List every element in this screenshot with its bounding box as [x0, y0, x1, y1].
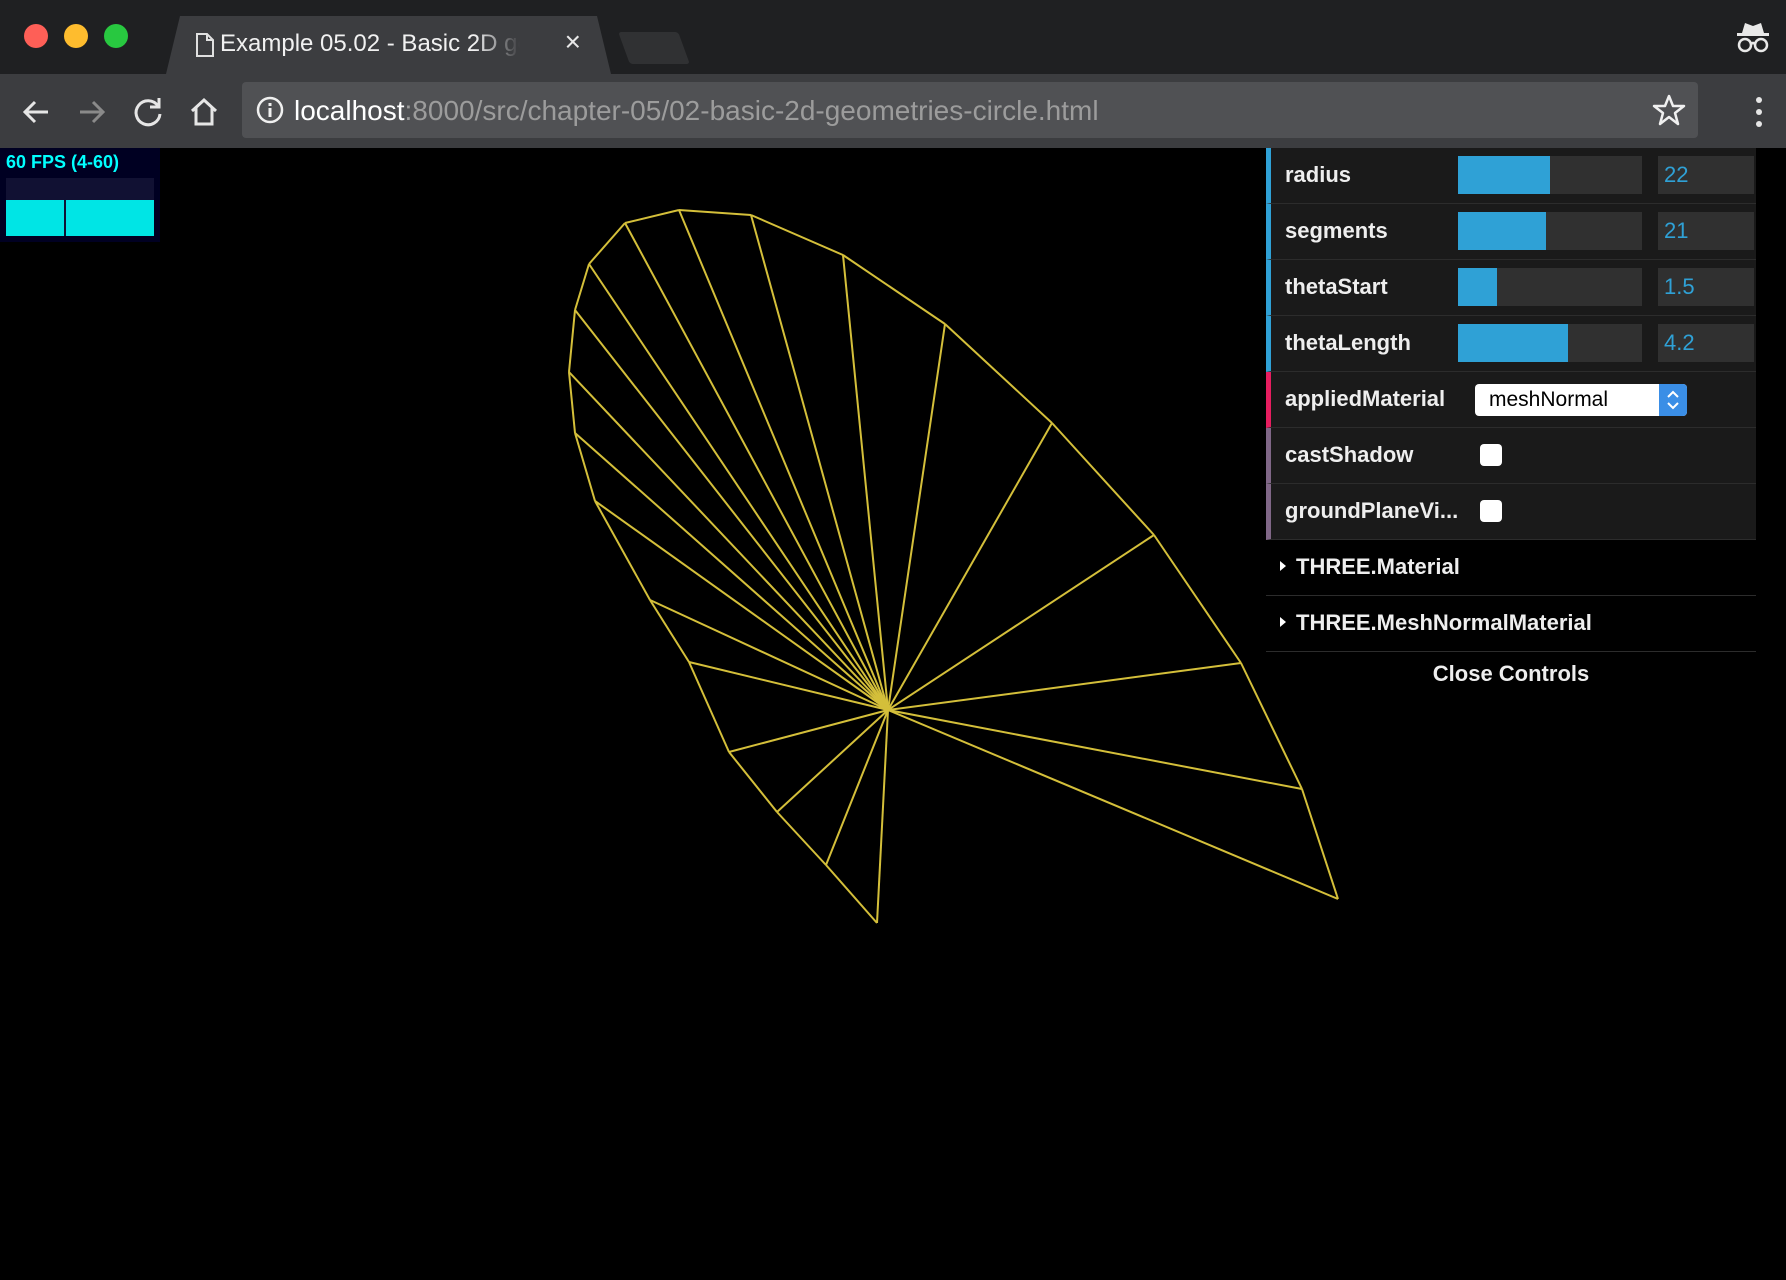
select-arrows-icon: [1659, 384, 1687, 416]
folder-arrow-icon: [1280, 617, 1286, 627]
applied-material-select[interactable]: meshNormal: [1475, 384, 1687, 416]
spoke-0: [876, 709, 889, 924]
theta-length-slider-fill: [1458, 324, 1569, 362]
spoke-15: [887, 323, 946, 711]
folder-mesh-normal-material-label: THREE.MeshNormalMaterial: [1296, 610, 1592, 635]
spoke-9: [574, 309, 889, 711]
rim-edge-10: [588, 222, 626, 265]
rim-edge-16: [1051, 422, 1155, 536]
applied-material-value: meshNormal: [1489, 388, 1609, 411]
webgl-viewport[interactable]: 60 FPS (4-60) radius 22 segments 21 thet…: [0, 148, 1786, 1280]
folder-arrow-icon: [1280, 561, 1286, 571]
theta-start-label: thetaStart: [1285, 274, 1388, 299]
new-tab-button[interactable]: [618, 32, 690, 64]
rim-edge-9: [574, 263, 590, 311]
folder-three-material[interactable]: THREE.Material: [1266, 540, 1756, 596]
theta-start-slider-fill: [1458, 268, 1497, 306]
spoke-16: [887, 422, 1053, 711]
spoke-17: [887, 534, 1155, 711]
close-icon[interactable]: ×: [565, 28, 581, 56]
radius-label: radius: [1285, 162, 1352, 187]
theta-start-input[interactable]: 1.5: [1658, 268, 1754, 306]
rim-edge-7: [568, 371, 576, 434]
minimize-window-button[interactable]: [64, 24, 88, 48]
spoke-14: [842, 254, 889, 711]
close-controls-button[interactable]: Close Controls: [1266, 652, 1756, 696]
rim-edge-13: [750, 214, 844, 256]
cast-shadow-label: castShadow: [1285, 442, 1414, 467]
spoke-19: [887, 709, 1303, 790]
dat-gui-panel: radius 22 segments 21 thetaStart 1.5 the…: [1266, 148, 1756, 696]
rim-edge-15: [944, 323, 1053, 424]
rim-edge-2: [728, 751, 778, 813]
spoke-1: [825, 709, 889, 866]
star-icon[interactable]: [1652, 93, 1686, 127]
radius-slider-fill: [1458, 156, 1550, 194]
address-bar[interactable]: localhost:8000/src/chapter-05/02-basic-2…: [242, 82, 1698, 138]
info-icon[interactable]: [256, 96, 284, 124]
url-host: localhost: [294, 95, 405, 126]
browser-toolbar: localhost:8000/src/chapter-05/02-basic-2…: [0, 74, 1786, 148]
url-path: :8000/src/chapter-05/02-basic-2d-geometr…: [404, 95, 1099, 126]
theta-start-slider[interactable]: [1458, 268, 1642, 306]
back-arrow-icon[interactable]: [18, 94, 54, 130]
rim-edge-14: [842, 254, 946, 325]
spoke-20: [887, 709, 1339, 900]
menu-icon[interactable]: [1754, 94, 1764, 130]
ground-plane-label: groundPlaneVi...: [1285, 498, 1459, 523]
radius-slider[interactable]: [1458, 156, 1642, 194]
cast-shadow-checkbox[interactable]: [1480, 444, 1502, 466]
reload-icon[interactable]: [130, 94, 166, 130]
spoke-13: [750, 214, 889, 711]
rim-edge-12: [678, 209, 752, 216]
control-segments[interactable]: segments 21: [1266, 204, 1756, 260]
control-radius[interactable]: radius 22: [1266, 148, 1756, 204]
zoom-window-button[interactable]: [104, 24, 128, 48]
home-icon[interactable]: [186, 94, 222, 130]
rim-edge-19: [1301, 788, 1339, 900]
theta-length-label: thetaLength: [1285, 330, 1411, 355]
folder-mesh-normal-material[interactable]: THREE.MeshNormalMaterial: [1266, 596, 1756, 652]
spoke-4: [688, 661, 889, 711]
segments-slider-fill: [1458, 212, 1547, 250]
rim-edge-6: [574, 432, 596, 502]
rim-edge-1: [776, 811, 827, 866]
segments-input[interactable]: 21: [1658, 212, 1754, 250]
folder-three-material-label: THREE.Material: [1296, 554, 1460, 579]
rim-edge-5: [594, 500, 651, 601]
incognito-icon: [1737, 23, 1769, 53]
browser-tab[interactable]: Example 05.02 - Basic 2D geometries - Ci…: [166, 16, 611, 74]
control-ground-plane-visible[interactable]: groundPlaneVi...: [1266, 484, 1756, 540]
control-theta-start[interactable]: thetaStart 1.5: [1266, 260, 1756, 316]
spoke-7: [574, 432, 889, 711]
control-theta-length[interactable]: thetaLength 4.2: [1266, 316, 1756, 372]
rim-edge-3: [688, 661, 730, 753]
page-icon: [196, 33, 214, 57]
rim-edge-11: [624, 209, 680, 224]
ground-plane-checkbox[interactable]: [1480, 500, 1502, 522]
radius-input[interactable]: 22: [1658, 156, 1754, 194]
theta-length-slider[interactable]: [1458, 324, 1642, 362]
tab-title: Example 05.02 - Basic 2D geometries - Ci…: [220, 30, 518, 57]
spoke-10: [588, 263, 889, 711]
spoke-11: [624, 222, 889, 711]
close-window-button[interactable]: [24, 24, 48, 48]
control-applied-material[interactable]: appliedMaterial meshNormal: [1266, 372, 1756, 428]
segments-label: segments: [1285, 218, 1388, 243]
rim-edge-0: [825, 864, 878, 924]
control-cast-shadow[interactable]: castShadow: [1266, 428, 1756, 484]
segments-slider[interactable]: [1458, 212, 1642, 250]
theta-length-input[interactable]: 4.2: [1658, 324, 1754, 362]
rim-edge-8: [568, 309, 576, 373]
forward-arrow-icon[interactable]: [74, 94, 110, 130]
url-text[interactable]: localhost:8000/src/chapter-05/02-basic-2…: [294, 95, 1099, 127]
spoke-18: [887, 662, 1242, 711]
tab-strip: Example 05.02 - Basic 2D geometries - Ci…: [0, 0, 1786, 74]
applied-material-label: appliedMaterial: [1285, 386, 1446, 411]
rim-edge-17: [1153, 534, 1242, 664]
